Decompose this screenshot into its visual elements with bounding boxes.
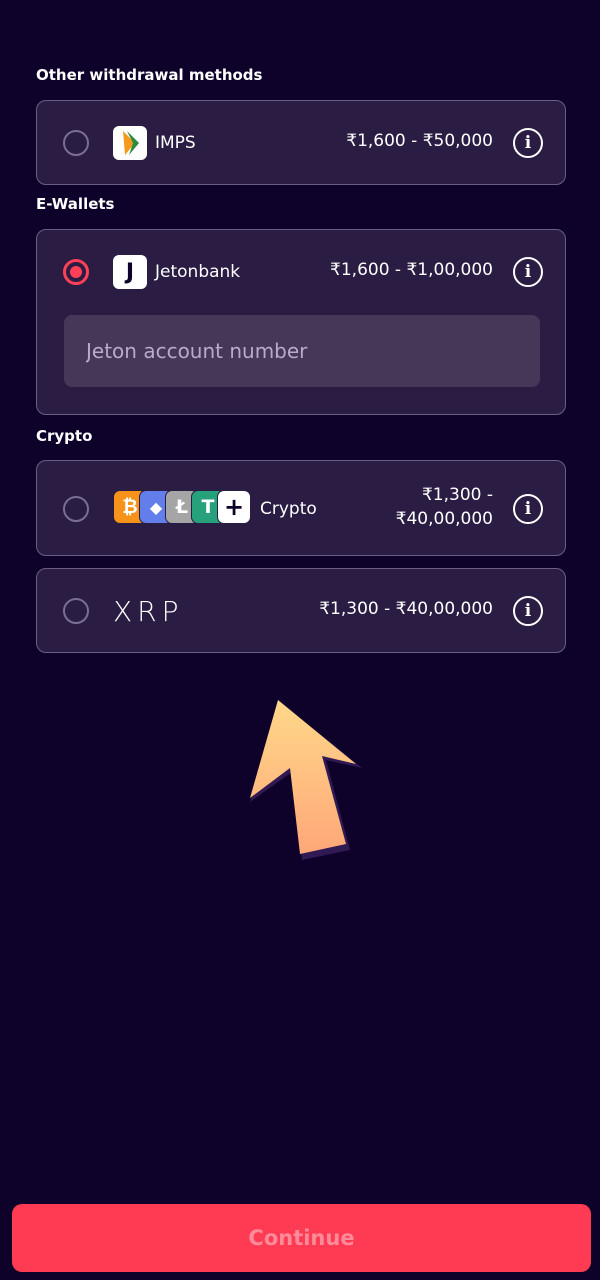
radio-xrp[interactable] — [63, 598, 89, 624]
method-range-crypto-line1: ₹1,300 - — [421, 485, 493, 505]
jeton-account-input[interactable] — [64, 315, 540, 387]
section-title-crypto: Crypto — [36, 427, 93, 445]
imps-logo-icon — [113, 126, 147, 160]
section-title-ewallets: E-Wallets — [36, 195, 115, 213]
info-icon[interactable]: i — [513, 494, 543, 524]
method-name-jetonbank: Jetonbank — [155, 262, 241, 282]
method-card-jetonbank[interactable]: J Jetonbank ₹1,600 - ₹1,00,000 i — [36, 229, 566, 415]
radio-imps[interactable] — [63, 130, 89, 156]
section-title-other-methods: Other withdrawal methods — [36, 66, 263, 84]
continue-button[interactable]: Continue — [12, 1204, 591, 1272]
info-icon[interactable]: i — [513, 128, 543, 158]
method-range-crypto: ₹1,300 - ₹40,00,000 — [396, 483, 493, 531]
radio-jetonbank[interactable] — [63, 259, 89, 285]
radio-crypto[interactable] — [63, 496, 89, 522]
method-name-crypto: Crypto — [260, 499, 317, 519]
method-range-crypto-line2: ₹40,00,000 — [395, 509, 493, 529]
info-icon[interactable]: i — [513, 257, 543, 287]
pointer-arrow-icon — [250, 700, 362, 860]
xrp-logo-icon: XRP — [113, 595, 184, 628]
info-icon[interactable]: i — [513, 596, 543, 626]
method-card-xrp[interactable]: XRP ₹1,300 - ₹40,00,000 i — [36, 568, 566, 653]
method-range-xrp: ₹1,300 - ₹40,00,000 — [319, 599, 493, 619]
method-card-crypto[interactable]: ₿ ◆ Ł T + Crypto ₹1,300 - ₹40,00,000 i — [36, 460, 566, 556]
method-range-imps: ₹1,600 - ₹50,000 — [346, 131, 493, 151]
jetonbank-logo-icon: J — [113, 255, 147, 289]
method-card-imps[interactable]: IMPS ₹1,600 - ₹50,000 i — [36, 100, 566, 185]
crypto-logos: ₿ ◆ Ł T + — [113, 490, 253, 524]
plus-icon: + — [217, 490, 251, 524]
method-range-jetonbank: ₹1,600 - ₹1,00,000 — [330, 260, 493, 280]
method-name-imps: IMPS — [155, 133, 196, 153]
